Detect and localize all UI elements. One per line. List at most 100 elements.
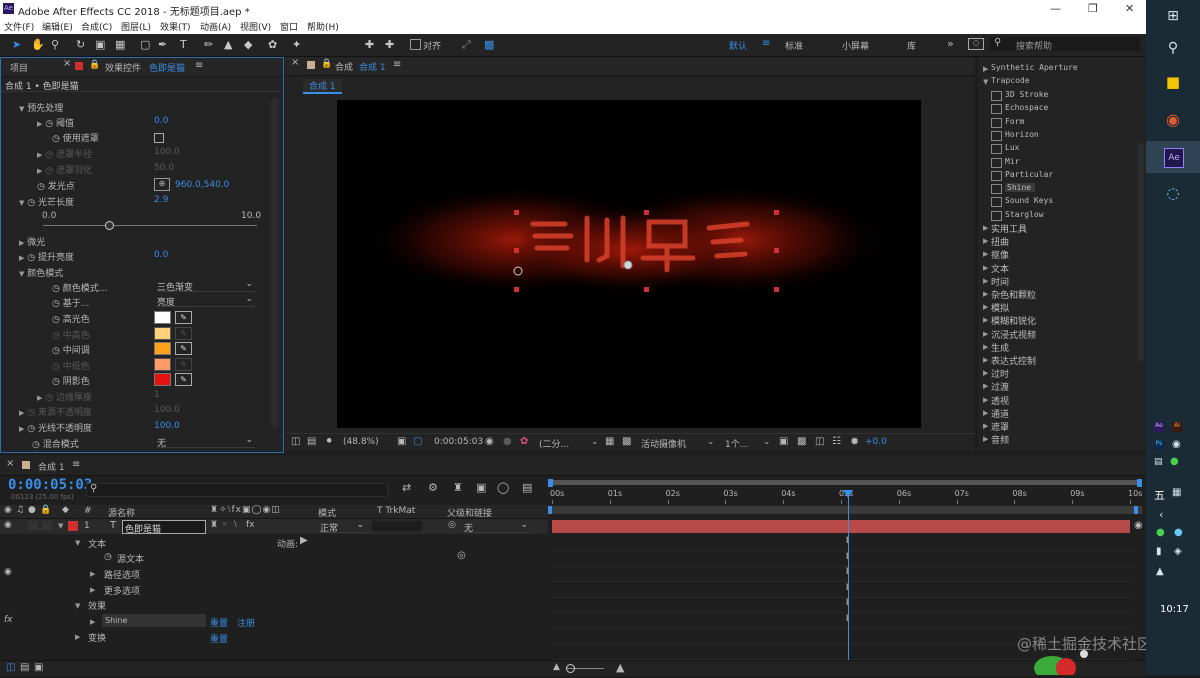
layer-duration-bar[interactable] bbox=[552, 520, 1130, 533]
collapse-triangle-icon[interactable]: ▶ bbox=[983, 264, 988, 272]
battery-icon[interactable]: ▮ bbox=[1156, 546, 1162, 557]
stopwatch-icon[interactable]: ◷ bbox=[52, 346, 60, 356]
eyedropper-icon[interactable]: ✎ bbox=[175, 311, 192, 324]
camera-tool-icon[interactable]: ▣ bbox=[95, 38, 105, 51]
source-name-header[interactable]: 源名称 bbox=[108, 506, 135, 519]
collapse-triangle-icon[interactable]: ▶ bbox=[983, 237, 988, 245]
trapcode-effect-item[interactable]: Shine bbox=[991, 183, 1036, 195]
effect-category[interactable]: 杂色和颗粒 bbox=[991, 288, 1036, 301]
timeline-track-row[interactable] bbox=[552, 613, 1130, 629]
region-of-interest-icon[interactable]: ▢ bbox=[413, 436, 422, 447]
snap-feature-icon[interactable]: ▩ bbox=[484, 38, 494, 51]
fit-frame-icon[interactable]: ▣ bbox=[397, 436, 406, 447]
effect-category[interactable]: 音频 bbox=[991, 433, 1009, 446]
camera-dropdown[interactable]: 活动摄像机 bbox=[641, 437, 686, 450]
menu-help[interactable]: 帮助(H) bbox=[307, 20, 339, 33]
collapse-triangle-icon[interactable]: ▶ bbox=[983, 250, 988, 258]
menu-layer[interactable]: 图层(L) bbox=[121, 20, 151, 33]
lock-icon[interactable]: 🔒 bbox=[89, 60, 100, 70]
trapcode-effect-item[interactable]: Horizon bbox=[991, 130, 1039, 141]
vr-glasses-icon[interactable]: ⚫ bbox=[325, 436, 333, 447]
collapse-triangle-icon[interactable]: ▶ bbox=[37, 151, 42, 159]
wechat-tray-icon[interactable]: ● bbox=[1170, 456, 1179, 467]
resolution-dropdown[interactable]: (二分... bbox=[539, 437, 569, 450]
effect-category[interactable]: 扭曲 bbox=[991, 235, 1009, 248]
show-snapshot-icon[interactable]: ● bbox=[503, 436, 512, 447]
trapcode-effect-item[interactable]: Mir bbox=[991, 157, 1019, 168]
panel-menu-icon[interactable]: ≡ bbox=[72, 459, 80, 470]
snapshot-camera-icon[interactable]: ◉ bbox=[485, 436, 494, 447]
expand-triangle-icon[interactable]: ▼ bbox=[75, 539, 80, 547]
path-options-label[interactable]: 路径选项 bbox=[104, 568, 140, 581]
workspace-menu-icon[interactable]: ≡ bbox=[762, 38, 770, 49]
expression-pickwhip-icon[interactable]: ◎ bbox=[457, 550, 466, 561]
help-search-box[interactable]: ⚲ 搜索帮助 bbox=[990, 37, 1140, 52]
selection-tool-icon[interactable]: ➤ bbox=[12, 38, 21, 51]
more-options-label[interactable]: 更多选项 bbox=[104, 584, 140, 597]
collapse-triangle-icon[interactable]: ▶ bbox=[90, 618, 95, 626]
comp-mini-flowchart-icon[interactable]: ⇄ bbox=[402, 481, 411, 494]
workspace-small-screen[interactable]: 小屏幕 bbox=[842, 39, 869, 52]
rotate-tool-icon[interactable]: ↻ bbox=[76, 38, 85, 51]
timeline-track-row[interactable] bbox=[552, 582, 1130, 598]
roto-brush-tool-icon[interactable]: ✿ bbox=[268, 38, 277, 51]
nav-start-handle[interactable] bbox=[548, 506, 552, 514]
panel-close-icon[interactable]: × bbox=[291, 57, 299, 68]
workspace-default[interactable]: 默认 bbox=[729, 39, 747, 52]
effect-category[interactable]: 模拟 bbox=[991, 301, 1009, 314]
collapse-triangle-icon[interactable]: ▶ bbox=[983, 277, 988, 285]
composition-viewer[interactable] bbox=[337, 100, 921, 428]
collapse-triangle-icon[interactable]: ▶ bbox=[19, 254, 24, 262]
layer-mode-dropdown[interactable]: 正常 ⌄ bbox=[320, 520, 366, 534]
layer-switches-toggle-icon[interactable]: ◫ bbox=[6, 662, 15, 673]
expand-triangle-icon[interactable]: ▼ bbox=[75, 602, 80, 610]
file-explorer-icon[interactable]: ■ bbox=[1146, 73, 1200, 91]
work-area-start-handle[interactable] bbox=[548, 479, 553, 487]
trapcode-effect-item[interactable]: Form bbox=[991, 117, 1024, 128]
mode-header[interactable]: 模式 bbox=[318, 506, 336, 519]
magnification-dropdown[interactable]: (48.8%) bbox=[343, 437, 379, 447]
volume-mute-icon[interactable]: ▲ bbox=[1156, 566, 1164, 577]
tab-effect-controls[interactable]: 效果控件 bbox=[105, 61, 141, 74]
menu-edit[interactable]: 编辑(E) bbox=[42, 20, 73, 33]
graph-editor-icon[interactable]: ▤ bbox=[522, 481, 532, 494]
source-point-value[interactable]: 960.0,540.0 bbox=[175, 180, 229, 190]
puppet-tool-icon[interactable]: ✦ bbox=[292, 38, 301, 51]
effect-category[interactable]: 抠像 bbox=[991, 248, 1009, 261]
effect-category[interactable]: 遮罩 bbox=[991, 420, 1009, 433]
effect-controls-scrollbar[interactable] bbox=[271, 98, 279, 428]
in-out-toggle-icon[interactable]: ▣ bbox=[34, 662, 43, 673]
search-icon[interactable]: ⚲ bbox=[1146, 40, 1200, 56]
collapse-triangle-icon[interactable]: ▶ bbox=[90, 586, 95, 594]
bounding-box-handle[interactable] bbox=[774, 210, 779, 215]
video-eye-icon[interactable]: ◉ bbox=[4, 505, 12, 515]
effects-scrollbar[interactable] bbox=[1138, 142, 1144, 362]
timeline-track-row[interactable] bbox=[552, 597, 1130, 614]
collapse-triangle-icon[interactable]: ▶ bbox=[37, 394, 42, 402]
ime-indicator[interactable]: 五 bbox=[1154, 487, 1165, 503]
collapse-triangle-icon[interactable]: ▶ bbox=[983, 290, 988, 298]
colorize-group[interactable]: ▼ 颜色模式 bbox=[19, 266, 63, 279]
channel-rgb-icon[interactable]: ✿ bbox=[520, 436, 528, 447]
effect-category[interactable]: 透视 bbox=[991, 394, 1009, 407]
trkmat-header[interactable]: T TrkMat bbox=[377, 506, 415, 516]
workspace-library[interactable]: 库 bbox=[907, 39, 916, 52]
solo-switch[interactable] bbox=[28, 521, 38, 530]
ray-length-slider-knob[interactable] bbox=[105, 221, 114, 230]
bounding-box-handle[interactable] bbox=[774, 248, 779, 253]
rectangle-tool-icon[interactable]: ▢ bbox=[140, 38, 150, 51]
base-on-dropdown[interactable]: 亮度 ⌄ bbox=[157, 294, 255, 308]
parent-dropdown[interactable]: 无 ⌄ bbox=[464, 520, 530, 534]
panel-close-icon[interactable]: × bbox=[6, 458, 14, 469]
tray-cloud-icon[interactable]: ● bbox=[1174, 527, 1183, 538]
timeline-track-row[interactable] bbox=[552, 551, 1130, 567]
collapse-triangle-icon[interactable]: ▶ bbox=[983, 409, 988, 417]
effects-group-label[interactable]: 效果 bbox=[88, 599, 106, 612]
audio-icon[interactable]: ♫ bbox=[16, 505, 24, 515]
expand-triangle-icon[interactable]: ▼ bbox=[19, 105, 24, 113]
effect-category[interactable]: 表达式控制 bbox=[991, 354, 1036, 367]
expand-triangle-icon[interactable]: ▼ bbox=[19, 270, 24, 278]
stopwatch-icon[interactable]: ◷ bbox=[32, 440, 40, 450]
menu-comp[interactable]: 合成(C) bbox=[81, 20, 112, 33]
bounding-box-handle[interactable] bbox=[514, 210, 519, 215]
